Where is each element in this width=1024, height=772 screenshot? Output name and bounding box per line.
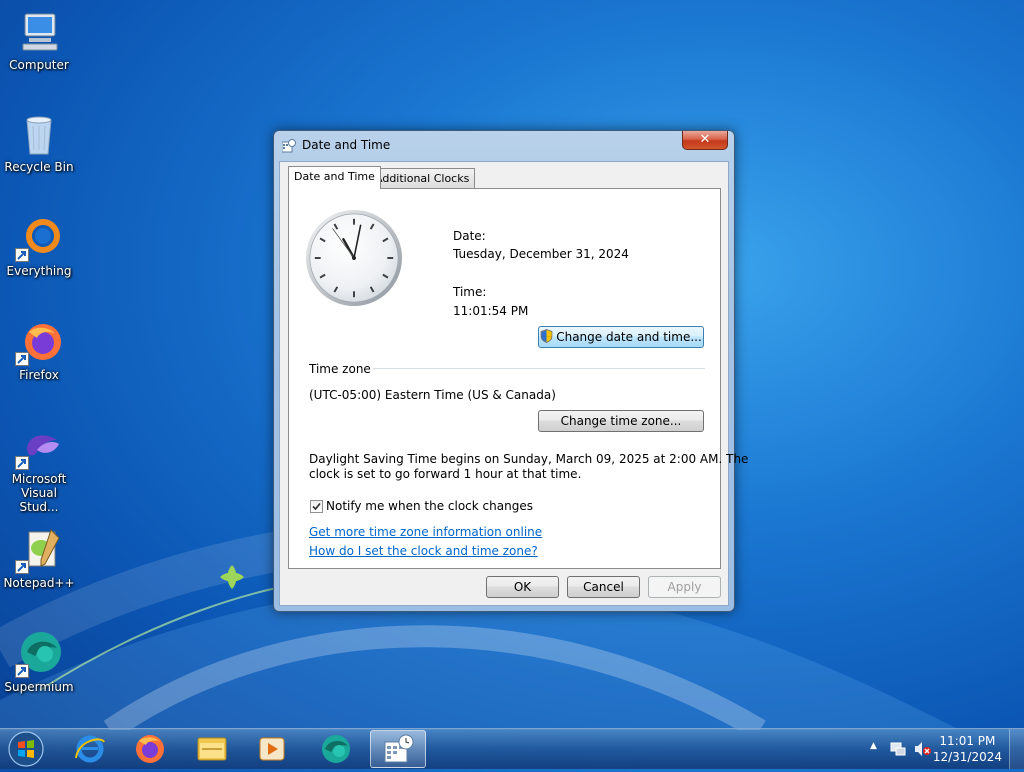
calendar-clock-icon — [384, 734, 414, 763]
desktop-icon-label: Supermium — [4, 680, 74, 694]
desktop-icon-label: Microsoft Visual Stud... — [11, 472, 67, 514]
date-label: Date: — [453, 229, 486, 243]
ok-button[interactable]: OK — [486, 576, 559, 598]
calendar-clock-icon — [281, 139, 296, 153]
date-value: Tuesday, December 31, 2024 — [453, 247, 629, 261]
desktop-icon-label: Firefox — [19, 368, 59, 382]
desktop-icon-firefox[interactable]: Firefox — [2, 318, 76, 382]
desktop-icon-recycle-bin[interactable]: Recycle Bin — [2, 110, 76, 174]
desktop-icon-label: Notepad++ — [3, 576, 75, 590]
dialog-client-area: Date and Time Additional Clocks Date: Tu… — [279, 161, 748, 606]
how-to-set-clock-link[interactable]: How do I set the clock and time zone? — [309, 544, 538, 558]
time-label: Time: — [453, 285, 487, 299]
taskbar-media-player[interactable] — [244, 730, 300, 768]
recycle-bin-icon — [15, 110, 63, 158]
show-hidden-icons-arrow[interactable]: ▲ — [870, 741, 877, 751]
tab-additional-clocks[interactable]: Additional Clocks — [369, 168, 476, 188]
tab-panel: Date: Tuesday, December 31, 2024 Time: 1… — [288, 188, 748, 569]
media-player-icon — [259, 737, 285, 761]
shortcut-arrow-icon — [15, 352, 29, 366]
desktop-icon-visual-studio[interactable]: Microsoft Visual Stud... — [2, 422, 76, 514]
network-icon[interactable] — [890, 741, 906, 760]
tab-date-and-time[interactable]: Date and Time — [288, 166, 381, 189]
tray-date: 12/31/2024 — [932, 750, 1002, 764]
supermium-icon — [15, 630, 63, 678]
taskbar-supermium[interactable] — [308, 730, 364, 768]
notepad-plus-plus-icon — [15, 526, 63, 574]
tray-clock[interactable]: 11:01 PM 12/31/2024 — [933, 733, 1002, 765]
shortcut-arrow-icon — [15, 664, 29, 678]
firefox-icon — [15, 318, 63, 366]
taskbar-date-and-time[interactable] — [370, 730, 426, 768]
notify-label[interactable]: Notify me when the clock changes — [326, 499, 533, 513]
change-date-time-label: Change date and time... — [556, 330, 702, 344]
internet-explorer-icon — [75, 735, 105, 763]
folder-icon — [197, 737, 227, 761]
tray-time: 11:01 PM — [939, 734, 996, 748]
everything-icon — [15, 214, 63, 262]
uac-shield-icon — [540, 329, 553, 349]
visual-studio-icon — [15, 422, 63, 470]
taskbar-file-explorer[interactable] — [184, 730, 240, 768]
timezone-info-link[interactable]: Get more time zone information online — [309, 525, 542, 539]
taskbar-firefox[interactable] — [122, 730, 178, 768]
dst-info-line-2: clock is set to go forward 1 hour at tha… — [309, 467, 582, 481]
taskbar: ▲ 11:01 PM 12/31/2024 — [0, 728, 1024, 769]
analog-clock — [305, 209, 403, 307]
shortcut-arrow-icon — [15, 248, 29, 262]
start-button[interactable] — [6, 730, 46, 768]
title-bar[interactable]: Date and Time ✕ — [274, 131, 734, 159]
desktop-icon-supermium[interactable]: Supermium — [2, 630, 76, 694]
timezone-divider — [373, 368, 705, 369]
timezone-heading: Time zone — [309, 362, 375, 376]
shortcut-arrow-icon — [15, 560, 29, 574]
firefox-icon — [136, 735, 164, 763]
close-button[interactable]: ✕ — [682, 131, 728, 150]
volume-muted-icon[interactable] — [914, 741, 932, 760]
window-title: Date and Time — [302, 138, 391, 152]
desktop-icon-notepad-plus-plus[interactable]: Notepad++ — [2, 526, 76, 590]
apply-button[interactable]: Apply — [648, 576, 721, 598]
windows-orb-icon — [8, 731, 44, 767]
desktop-icon-everything[interactable]: Everything — [2, 214, 76, 278]
change-timezone-button[interactable]: Change time zone... — [538, 410, 704, 432]
cancel-button[interactable]: Cancel — [567, 576, 640, 598]
show-desktop-button[interactable] — [1009, 729, 1024, 769]
supermium-icon — [322, 735, 350, 763]
desktop-icon-computer[interactable]: Computer — [2, 8, 76, 72]
notify-checkbox[interactable] — [310, 500, 323, 513]
time-value: 11:01:54 PM — [453, 304, 529, 318]
checkmark-icon — [312, 502, 321, 511]
dst-info-line-1: Daylight Saving Time begins on Sunday, M… — [309, 452, 749, 466]
desktop-icon-label: Computer — [9, 58, 69, 72]
change-date-time-button[interactable]: Change date and time... — [538, 326, 704, 348]
shortcut-arrow-icon — [15, 456, 29, 470]
desktop-icon-label: Everything — [6, 264, 72, 278]
timezone-value: (UTC-05:00) Eastern Time (US & Canada) — [309, 388, 556, 402]
desktop-icon-label: Recycle Bin — [4, 160, 74, 174]
taskbar-internet-explorer[interactable] — [62, 730, 118, 768]
computer-icon — [15, 8, 63, 56]
date-and-time-dialog: Date and Time ✕ Date and Time Additional… — [273, 130, 748, 612]
